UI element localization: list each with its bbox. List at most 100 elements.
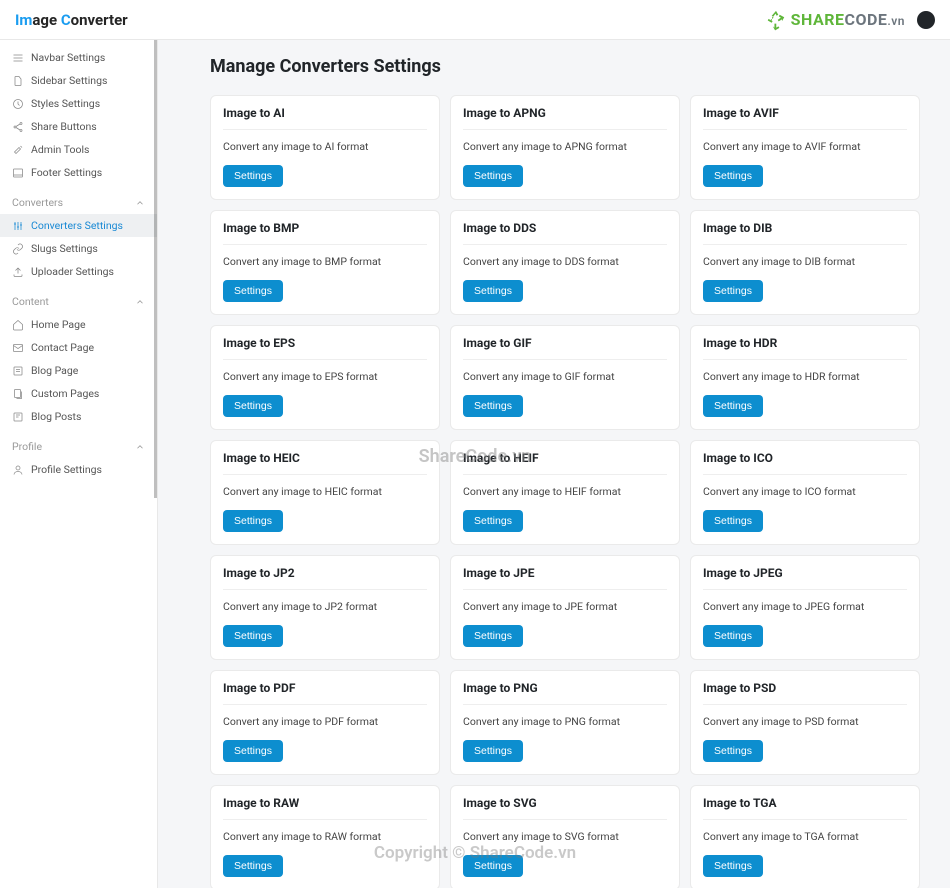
- converter-card-desc: Convert any image to DIB format: [703, 255, 907, 268]
- converter-card: Image to SVGConvert any image to SVG for…: [450, 785, 680, 888]
- converter-card: Image to HEIFConvert any image to HEIF f…: [450, 440, 680, 545]
- sidebar-item-blog-page[interactable]: Blog Page: [0, 359, 157, 382]
- sidebar-item-label: Contact Page: [31, 341, 94, 354]
- settings-button[interactable]: Settings: [703, 395, 763, 417]
- sidebar-item-label: Profile Settings: [31, 463, 102, 476]
- avatar[interactable]: [917, 11, 935, 29]
- sidebar-item-sidebar[interactable]: Sidebar Settings: [0, 69, 157, 92]
- chevron-up-icon: [135, 198, 145, 208]
- chevron-up-icon: [135, 442, 145, 452]
- settings-button[interactable]: Settings: [463, 855, 523, 877]
- settings-button[interactable]: Settings: [703, 165, 763, 187]
- settings-button[interactable]: Settings: [703, 510, 763, 532]
- sidebar-item-contact[interactable]: Contact Page: [0, 336, 157, 359]
- converter-card: Image to GIF Convert any image to GIF for…: [450, 325, 680, 430]
- settings-button[interactable]: Settings: [463, 740, 523, 762]
- link-icon: [12, 243, 24, 255]
- settings-button[interactable]: Settings: [223, 395, 283, 417]
- settings-button[interactable]: Settings: [223, 625, 283, 647]
- converter-card-desc: Convert any image to GIF format: [463, 370, 667, 383]
- settings-button[interactable]: Settings: [463, 280, 523, 302]
- settings-button[interactable]: Settings: [223, 740, 283, 762]
- converter-card-title: Image to AVIF: [703, 106, 907, 130]
- sidebar-item-styles[interactable]: Styles Settings: [0, 92, 157, 115]
- converter-card-title: Image to HDR: [703, 336, 907, 360]
- sidebar-item-blog-posts[interactable]: Blog Posts: [0, 405, 157, 428]
- settings-button[interactable]: Settings: [463, 395, 523, 417]
- converter-card: Image to BMPConvert any image to BMP for…: [210, 210, 440, 315]
- converter-card: Image to JPEG Convert any image to JPEG f…: [690, 555, 920, 660]
- converter-card-desc: Convert any image to BMP format: [223, 255, 427, 268]
- converter-card: Image to PNGConvert any image to PNG for…: [450, 670, 680, 775]
- converter-card-desc: Convert any image to SVG format: [463, 830, 667, 843]
- sidebar-item-label: Styles Settings: [31, 97, 100, 110]
- sidebar-item-label: Blog Page: [31, 364, 78, 377]
- page-title: Manage Converters Settings: [210, 56, 920, 77]
- sidebar-item-footer[interactable]: Footer Settings: [0, 161, 157, 184]
- share-icon: [12, 121, 24, 133]
- settings-button[interactable]: Settings: [463, 510, 523, 532]
- sidebar-item-navbar[interactable]: Navbar Settings: [0, 46, 157, 69]
- sidebar-section-content[interactable]: Content: [0, 283, 157, 313]
- palette-icon: [12, 98, 24, 110]
- converter-card-title: Image to PSD: [703, 681, 907, 705]
- sidebar-item-label: Admin Tools: [31, 143, 89, 156]
- settings-button[interactable]: Settings: [223, 280, 283, 302]
- sidebar-item-converters-settings[interactable]: Converters Settings: [0, 214, 157, 237]
- settings-button[interactable]: Settings: [463, 625, 523, 647]
- converter-card: Image to EPSConvert any image to EPS for…: [210, 325, 440, 430]
- upload-icon: [12, 266, 24, 278]
- sidebar-item-label: Slugs Settings: [31, 242, 98, 255]
- app-logo[interactable]: Image Converter: [15, 11, 128, 29]
- sidebar-item-label: Share Buttons: [31, 120, 97, 133]
- converter-card-desc: Convert any image to APNG format: [463, 140, 667, 153]
- pages-icon: [12, 388, 24, 400]
- converter-card-title: Image to JP2: [223, 566, 427, 590]
- posts-icon: [12, 411, 24, 423]
- sidebar-item-profile[interactable]: Profile Settings: [0, 458, 157, 481]
- sidebar-section-converters[interactable]: Converters: [0, 184, 157, 214]
- chevron-up-icon: [135, 297, 145, 307]
- sidebar-section-profile[interactable]: Profile: [0, 428, 157, 458]
- converter-card-title: Image to HEIC: [223, 451, 427, 475]
- tools-icon: [12, 144, 24, 156]
- sidebar-item-custom[interactable]: Custom Pages: [0, 382, 157, 405]
- converter-card: Image to PSD Convert any image to PSD for…: [690, 670, 920, 775]
- sidebar-item-home[interactable]: Home Page: [0, 313, 157, 336]
- converter-card-desc: Convert any image to HEIC format: [223, 485, 427, 498]
- sharecode-logo[interactable]: SHARECODE.vn: [791, 10, 905, 29]
- converter-card-desc: Convert any image to AI format: [223, 140, 427, 153]
- sliders-icon: [12, 220, 24, 232]
- converter-card-desc: Convert any image to PSD format: [703, 715, 907, 728]
- converter-card-title: Image to PDF: [223, 681, 427, 705]
- sidebar-item-share[interactable]: Share Buttons: [0, 115, 157, 138]
- layout-icon: [12, 167, 24, 179]
- converter-card: Image to APNGConvert any image to APNG f…: [450, 95, 680, 200]
- converter-card: Image to JP2 Convert any image to JP2 for…: [210, 555, 440, 660]
- settings-button[interactable]: Settings: [703, 855, 763, 877]
- sidebar-item-slugs[interactable]: Slugs Settings: [0, 237, 157, 260]
- recycle-icon: [765, 9, 787, 31]
- converter-card-desc: Convert any image to JPEG format: [703, 600, 907, 613]
- settings-button[interactable]: Settings: [463, 165, 523, 187]
- converter-card-title: Image to GIF: [463, 336, 667, 360]
- converter-card-title: Image to DDS: [463, 221, 667, 245]
- converter-card-title: Image to TGA: [703, 796, 907, 820]
- settings-button[interactable]: Settings: [703, 625, 763, 647]
- converter-card: Image to AVIFConvert any image to AVIF f…: [690, 95, 920, 200]
- converter-card: Image to ICOConvert any image to ICO for…: [690, 440, 920, 545]
- converter-card-desc: Convert any image to JPE format: [463, 600, 667, 613]
- converter-card-desc: Convert any image to HEIF format: [463, 485, 667, 498]
- converter-card-desc: Convert any image to JP2 format: [223, 600, 427, 613]
- menu-icon: [12, 52, 24, 64]
- main-content: Manage Converters Settings Image to AICo…: [158, 40, 950, 888]
- settings-button[interactable]: Settings: [223, 165, 283, 187]
- sidebar: Navbar Settings Sidebar Settings Styles …: [0, 40, 158, 888]
- converter-card-title: Image to JPEG: [703, 566, 907, 590]
- settings-button[interactable]: Settings: [703, 740, 763, 762]
- settings-button[interactable]: Settings: [223, 510, 283, 532]
- sidebar-item-uploader[interactable]: Uploader Settings: [0, 260, 157, 283]
- sidebar-item-admin[interactable]: Admin Tools: [0, 138, 157, 161]
- settings-button[interactable]: Settings: [223, 855, 283, 877]
- settings-button[interactable]: Settings: [703, 280, 763, 302]
